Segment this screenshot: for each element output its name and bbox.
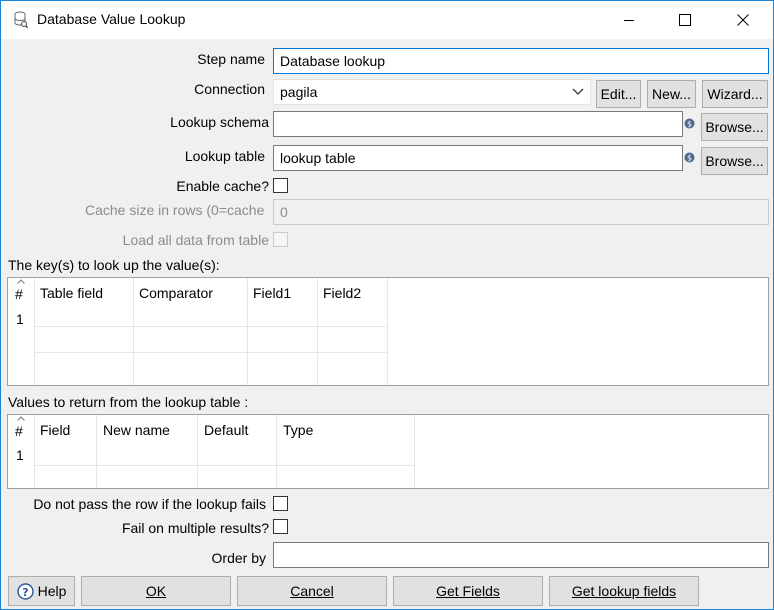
- column-header-field1[interactable]: Field1: [253, 285, 291, 301]
- lookup-schema-label: Lookup schema: [170, 114, 269, 130]
- column-header-comparator[interactable]: Comparator: [139, 285, 213, 301]
- load-all-label: Load all data from table: [122, 232, 269, 248]
- order-by-input[interactable]: [273, 542, 769, 568]
- window-title: Database Value Lookup: [37, 11, 186, 27]
- close-icon: [737, 14, 749, 26]
- cache-size-input[interactable]: 0: [273, 199, 769, 225]
- browse-table-button[interactable]: Browse...: [701, 147, 768, 175]
- help-icon: ?: [16, 582, 34, 600]
- variable-icon: $: [684, 152, 695, 163]
- table-row[interactable]: 1: [16, 311, 24, 327]
- browse-schema-button[interactable]: Browse...: [701, 113, 768, 141]
- cache-size-label: Cache size in rows (0=cache: [85, 202, 265, 218]
- minimize-icon: [624, 20, 634, 21]
- edit-connection-button[interactable]: Edit...: [596, 80, 641, 108]
- maximize-icon: [679, 14, 691, 26]
- keys-table[interactable]: # Table field Comparator Field1 Field2 1: [7, 277, 769, 386]
- values-table[interactable]: # Field New name Default Type 1: [7, 414, 769, 489]
- cancel-button[interactable]: Cancel: [237, 576, 387, 606]
- ok-label: OK: [145, 583, 167, 599]
- close-button[interactable]: [719, 1, 767, 39]
- lookup-table-label: Lookup table: [184, 148, 265, 164]
- chevron-down-icon: [572, 88, 584, 95]
- get-lookup-fields-button[interactable]: Get lookup fields: [549, 576, 699, 606]
- fail-multiple-label: Fail on multiple results?: [121, 520, 269, 536]
- step-name-input[interactable]: Database lookup: [273, 48, 769, 74]
- column-header-type[interactable]: Type: [283, 422, 313, 438]
- values-table-title: Values to return from the lookup table :: [8, 394, 249, 410]
- enable-cache-checkbox[interactable]: [273, 178, 288, 193]
- wizard-button[interactable]: Wizard...: [702, 80, 768, 108]
- column-header-default[interactable]: Default: [204, 422, 248, 438]
- table-row[interactable]: 1: [16, 447, 24, 463]
- lookup-schema-input[interactable]: [273, 111, 683, 137]
- order-by-label: Order by: [211, 550, 266, 566]
- lookup-table-input[interactable]: lookup table: [273, 145, 683, 171]
- keys-table-title: The key(s) to look up the value(s):: [8, 257, 220, 273]
- get-fields-button[interactable]: Get Fields: [393, 576, 543, 606]
- svg-text:$: $: [687, 120, 692, 129]
- help-button[interactable]: ? Help: [8, 576, 75, 606]
- new-connection-button[interactable]: New...: [647, 80, 696, 108]
- no-pass-label: Do not pass the row if the lookup fails: [33, 496, 266, 512]
- svg-text:?: ?: [22, 585, 28, 598]
- get-fields-label: Get Fields: [436, 583, 500, 599]
- connection-label: Connection: [194, 81, 265, 97]
- title-bar: Database Value Lookup: [1, 1, 773, 39]
- column-header-table-field[interactable]: Table field: [40, 285, 103, 301]
- minimize-button[interactable]: [605, 1, 653, 39]
- load-all-checkbox[interactable]: [273, 232, 288, 247]
- dialog-window: Database Value Lookup Step name Database…: [0, 0, 774, 610]
- svg-text:$: $: [687, 154, 692, 163]
- connection-select[interactable]: pagila: [273, 79, 591, 105]
- help-label: Help: [37, 583, 67, 599]
- column-header-field2[interactable]: Field2: [323, 285, 361, 301]
- variable-icon: $: [684, 118, 695, 129]
- cancel-label: Cancel: [290, 583, 334, 599]
- no-pass-checkbox[interactable]: [273, 496, 288, 511]
- fail-multiple-checkbox[interactable]: [273, 519, 288, 534]
- enable-cache-label: Enable cache?: [176, 178, 269, 194]
- ok-button[interactable]: OK: [81, 576, 231, 606]
- maximize-button[interactable]: [661, 1, 709, 39]
- column-header-new-name[interactable]: New name: [103, 422, 170, 438]
- connection-value: pagila: [280, 84, 318, 100]
- get-lookup-fields-label: Get lookup fields: [571, 583, 677, 599]
- database-lookup-icon: [14, 11, 28, 29]
- column-header-field[interactable]: Field: [40, 422, 70, 438]
- step-name-label: Step name: [197, 51, 265, 67]
